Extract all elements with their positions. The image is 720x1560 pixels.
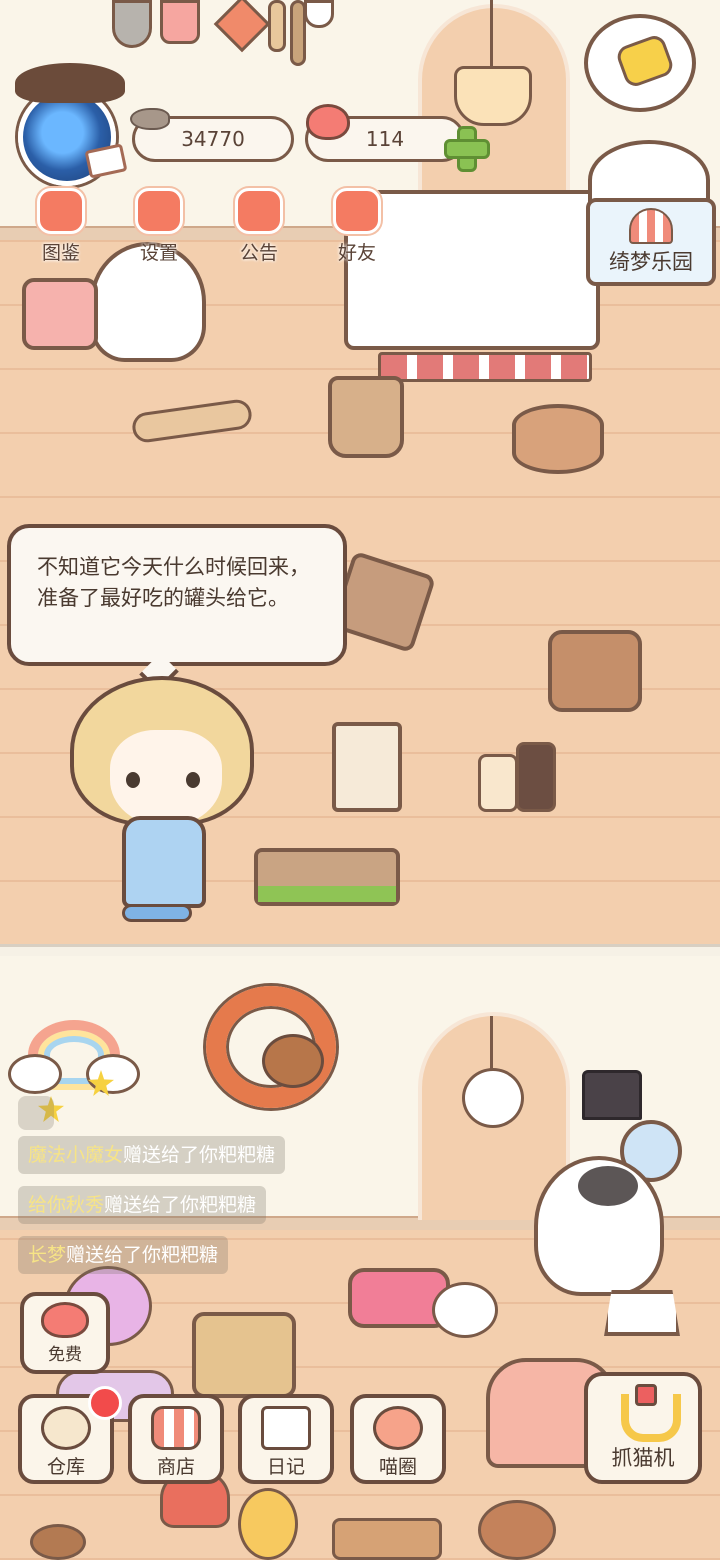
- gift-feed-item: 长梦赠送给了你粑粑糖: [18, 1236, 229, 1274]
- menu-collection-button[interactable]: 图鉴: [16, 188, 106, 268]
- character-eye-left: [126, 772, 140, 788]
- jar-right: [516, 742, 556, 812]
- jar-left: [478, 754, 518, 812]
- cloud-right: [86, 1054, 140, 1094]
- free-reward-button[interactable]: 免费: [20, 1292, 110, 1374]
- hanging-spatula-decor: [268, 0, 286, 52]
- diary-icon: [261, 1406, 311, 1450]
- player-avatar[interactable]: [15, 63, 128, 186]
- hanging-ladle-decor: [112, 0, 152, 48]
- warehouse-label: 仓库: [46, 1456, 85, 1478]
- wooden-bucket[interactable]: [328, 376, 404, 458]
- shop-button[interactable]: 商店: [128, 1394, 224, 1484]
- hanging-bunny-charm[interactable]: [462, 1068, 524, 1128]
- heart-face-icon: [41, 1302, 89, 1338]
- food-jars[interactable]: [478, 740, 558, 812]
- claw-machine-button[interactable]: 抓猫机: [584, 1372, 702, 1484]
- cat-patch: [578, 1166, 638, 1206]
- meow-circle-button[interactable]: 喵圈: [350, 1394, 446, 1484]
- heart-icon: [306, 104, 350, 140]
- menu-label: 公告: [239, 242, 278, 264]
- claw-icon: [615, 1384, 681, 1442]
- hanging-fork-decor: [160, 0, 200, 44]
- gift-message: 赠送给了你粑粑糖: [123, 1144, 276, 1166]
- menu-label: 图鉴: [41, 242, 80, 264]
- pink-notebook-pencil[interactable]: [22, 278, 98, 350]
- gift-sender: 长梦: [28, 1244, 67, 1266]
- cat-book-icon: [37, 188, 85, 234]
- warehouse-icon: [41, 1406, 91, 1450]
- gift-feed-item: 魔法小魔女赠送给了你粑粑糖: [18, 1136, 286, 1174]
- cloud-left: [8, 1054, 62, 1094]
- character-shoes: [122, 904, 192, 922]
- dialogue-bubble[interactable]: 不知道它今天什么时候回来，准备了最好吃的罐头给它。: [7, 524, 347, 666]
- shop-label: 商店: [156, 1456, 195, 1478]
- hedgehog-plush[interactable]: [30, 1524, 86, 1560]
- bread-paper-bag[interactable]: [332, 722, 402, 812]
- feed-collapse-toggle[interactable]: [18, 1096, 54, 1130]
- hanging-lantern-decor: [454, 66, 532, 126]
- gift-sender: 魔法小魔女: [28, 1144, 124, 1166]
- pumpkin-decor[interactable]: [238, 1488, 298, 1560]
- shop-icon: [151, 1406, 201, 1450]
- bear-plush[interactable]: [478, 1500, 556, 1560]
- flower-basket[interactable]: [192, 1312, 296, 1398]
- cat-wish-bubble[interactable]: [584, 14, 696, 112]
- claw-machine-label: 抓猫机: [611, 1446, 675, 1470]
- dream-park-label: 绮梦乐园: [609, 250, 693, 274]
- gift-feed-item: 给你秋秀赠送给了你粑粑糖: [18, 1186, 267, 1224]
- gift-message: 赠送给了你粑粑糖: [104, 1194, 257, 1216]
- menu-label: 好友: [337, 242, 376, 264]
- calico-cat[interactable]: [534, 1156, 664, 1296]
- diary-button[interactable]: 日记: [238, 1394, 334, 1484]
- fish-count: 34770: [181, 127, 245, 151]
- cat-scratcher[interactable]: [254, 848, 400, 906]
- cat-planet-icon: [373, 1406, 423, 1450]
- jar-crate[interactable]: [548, 630, 642, 712]
- player-character[interactable]: [70, 676, 254, 946]
- meow-circle-label: 喵圈: [378, 1456, 417, 1478]
- witch-hat-decor: [15, 63, 125, 103]
- top-hat-decor[interactable]: [582, 1070, 642, 1120]
- lantern-rope: [490, 0, 493, 70]
- dialogue-text: 不知道它今天什么时候回来，准备了最好吃的罐头给它。: [37, 555, 310, 610]
- hanging-cup-decor: [304, 0, 334, 28]
- add-hearts-button[interactable]: [444, 126, 490, 172]
- gift-message: 赠送给了你粑粑糖: [66, 1244, 219, 1266]
- free-label: 免费: [48, 1345, 82, 1365]
- diary-label: 日记: [266, 1456, 305, 1478]
- notification-dot: [88, 1386, 122, 1420]
- wooden-barrel-tub[interactable]: [512, 404, 604, 474]
- counter-awning: [378, 352, 592, 382]
- squirrel-plush[interactable]: [262, 1034, 324, 1088]
- fish-icon: [130, 108, 170, 130]
- wooden-crate[interactable]: [332, 1518, 442, 1560]
- menu-friends-button[interactable]: 好友: [312, 188, 402, 268]
- gift-icon: [235, 188, 283, 234]
- character-eye-right: [186, 772, 200, 788]
- bunny-charm-rope: [490, 1016, 493, 1072]
- character-outfit: [122, 816, 206, 908]
- sponge-icon: [614, 32, 676, 90]
- circus-tent-icon: [629, 208, 673, 244]
- menu-announcement-button[interactable]: 公告: [214, 188, 304, 268]
- rainbow-cloud-decor[interactable]: [8, 1018, 140, 1096]
- table-lamp[interactable]: [604, 1290, 680, 1336]
- menu-settings-button[interactable]: 设置: [114, 188, 204, 268]
- heart-count: 114: [365, 127, 405, 151]
- dream-park-button[interactable]: 绮梦乐园: [586, 198, 716, 286]
- gift-sender: 给你秋秀: [28, 1194, 105, 1216]
- menu-label: 设置: [139, 242, 178, 264]
- lying-puppy[interactable]: [432, 1282, 498, 1338]
- friends-icon: [333, 188, 381, 234]
- gear-icon: [135, 188, 183, 234]
